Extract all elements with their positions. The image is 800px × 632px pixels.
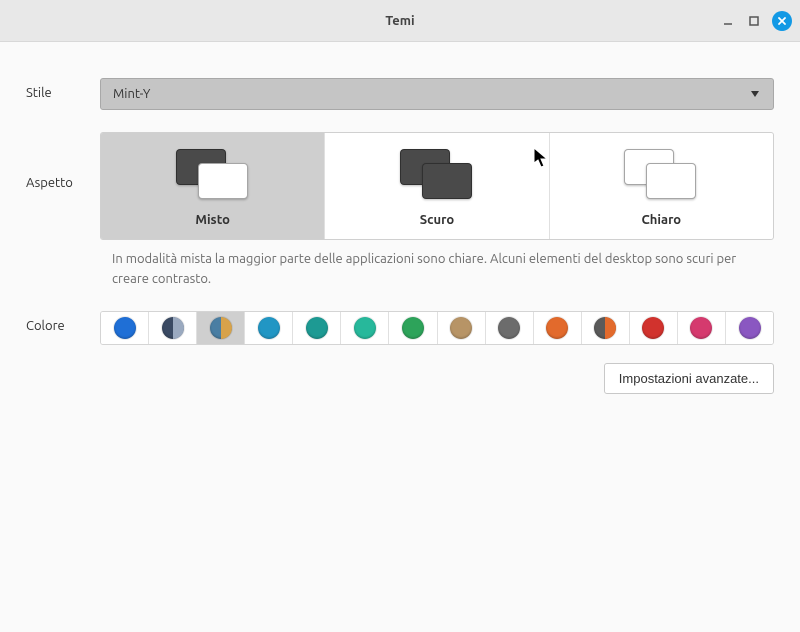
style-dropdown-value: Mint-Y	[113, 87, 150, 101]
window-controls	[720, 11, 792, 31]
swatch-icon	[642, 317, 664, 339]
aspect-preview-icon	[394, 149, 480, 197]
titlebar: Temi	[0, 0, 800, 42]
color-swatch-12[interactable]	[678, 312, 726, 344]
close-button[interactable]	[772, 11, 792, 31]
color-swatch-11[interactable]	[630, 312, 678, 344]
aspect-option-scuro[interactable]: Scuro	[325, 133, 549, 239]
chevron-down-icon	[749, 87, 761, 101]
swatch-icon	[498, 317, 520, 339]
aspect-label: Aspetto	[26, 132, 100, 190]
color-swatch-7[interactable]	[438, 312, 486, 344]
aspect-option-misto[interactable]: Misto	[101, 133, 325, 239]
maximize-button[interactable]	[746, 13, 762, 29]
aspect-option-chiaro[interactable]: Chiaro	[550, 133, 773, 239]
style-dropdown[interactable]: Mint-Y	[100, 78, 774, 110]
color-swatch-0[interactable]	[101, 312, 149, 344]
color-selector	[100, 311, 774, 345]
color-swatch-5[interactable]	[341, 312, 389, 344]
swatch-icon	[450, 317, 472, 339]
swatch-icon	[162, 317, 184, 339]
color-swatch-1[interactable]	[149, 312, 197, 344]
color-swatch-13[interactable]	[726, 312, 773, 344]
color-swatch-9[interactable]	[534, 312, 582, 344]
swatch-icon	[258, 317, 280, 339]
aspect-hint: In modalità mista la maggior parte delle…	[112, 250, 774, 289]
color-swatch-10[interactable]	[582, 312, 630, 344]
swatch-icon	[402, 317, 424, 339]
swatch-icon	[546, 317, 568, 339]
aspect-selector: MistoScuroChiaro	[100, 132, 774, 240]
color-swatch-2[interactable]	[197, 312, 245, 344]
color-swatch-6[interactable]	[389, 312, 437, 344]
swatch-icon	[354, 317, 376, 339]
aspect-row: Aspetto MistoScuroChiaro In modalità mis…	[26, 132, 774, 289]
color-swatch-8[interactable]	[486, 312, 534, 344]
color-swatch-3[interactable]	[245, 312, 293, 344]
window-title: Temi	[0, 14, 800, 28]
advanced-settings-button[interactable]: Impostazioni avanzate...	[604, 363, 774, 394]
swatch-icon	[210, 317, 232, 339]
content-area: Stile Mint-Y Aspetto MistoScuroChiaro In…	[0, 42, 800, 394]
swatch-icon	[739, 317, 761, 339]
aspect-option-label: Chiaro	[550, 213, 773, 227]
color-row: Colore Impostazioni avanzate...	[26, 311, 774, 394]
aspect-preview-icon	[170, 149, 256, 197]
minimize-button[interactable]	[720, 13, 736, 29]
style-row: Stile Mint-Y	[26, 78, 774, 110]
aspect-option-label: Scuro	[325, 213, 548, 227]
aspect-preview-icon	[618, 149, 704, 197]
swatch-icon	[594, 317, 616, 339]
swatch-icon	[306, 317, 328, 339]
color-swatch-4[interactable]	[293, 312, 341, 344]
style-label: Stile	[26, 78, 100, 100]
swatch-icon	[690, 317, 712, 339]
aspect-option-label: Misto	[101, 213, 324, 227]
color-label: Colore	[26, 311, 100, 333]
swatch-icon	[114, 317, 136, 339]
